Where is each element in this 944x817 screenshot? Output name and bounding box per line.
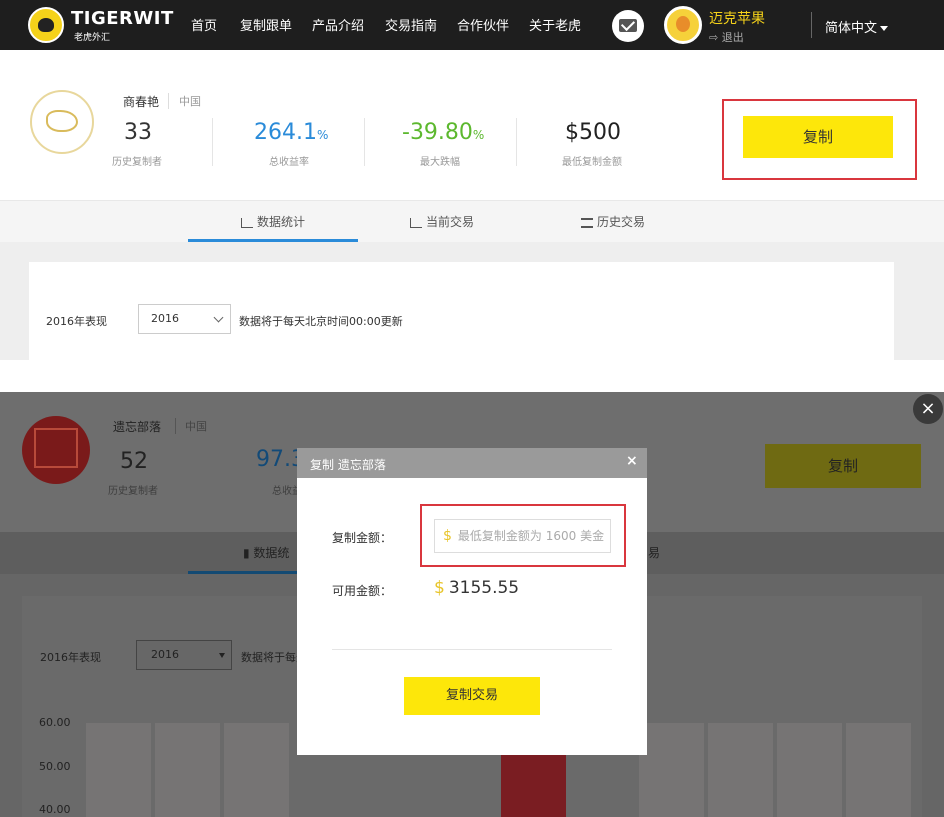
total-return-label: 总收益率 bbox=[269, 157, 309, 168]
chart-bar-highlight bbox=[501, 752, 566, 817]
year-select-value: 2016 bbox=[151, 648, 179, 661]
chart-bar bbox=[639, 723, 704, 817]
tab-statistics[interactable]: ▮ 数据统 bbox=[243, 544, 289, 561]
list-icon bbox=[581, 217, 593, 228]
total-return: 264.1% bbox=[254, 120, 328, 145]
min-copy-label: 最低复制金额 bbox=[562, 157, 622, 168]
trader-name: 遗忘部落 bbox=[113, 420, 162, 434]
chart-bar bbox=[846, 723, 911, 817]
available-amount: $3155.55 bbox=[434, 578, 519, 598]
max-drawdown-unit: % bbox=[472, 128, 485, 142]
trader-profile-header: 商春艳 中国 33 历史复制者 264.1% 总收益率 -39.80% 最大跌幅… bbox=[0, 50, 944, 200]
logout-link[interactable]: ⇨ 退出 bbox=[709, 29, 744, 45]
y-axis-tick: 50.00 bbox=[39, 760, 71, 773]
logout-label: 退出 bbox=[721, 31, 744, 44]
total-return-unit: % bbox=[316, 128, 329, 142]
tigerwit-logo-icon[interactable] bbox=[28, 7, 64, 43]
year-performance-label: 2016年表现 bbox=[40, 651, 101, 664]
tab-statistics-label: 数据统 bbox=[253, 546, 290, 560]
modal-title: 复制 遗忘部落 bbox=[310, 458, 386, 472]
min-copy-amount: $500 bbox=[565, 120, 621, 145]
tab-statistics[interactable]: 数据统计 bbox=[241, 213, 305, 230]
nav-partners[interactable]: 合作伙伴 bbox=[457, 15, 509, 34]
tab-bar: 数据统计 当前交易 历史交易 bbox=[0, 200, 944, 242]
bar-chart-icon bbox=[241, 217, 253, 228]
seal-icon bbox=[34, 428, 78, 468]
active-tab-indicator bbox=[188, 571, 300, 574]
available-amount-value: 3155.55 bbox=[448, 578, 520, 598]
copiers-label: 历史复制者 bbox=[108, 486, 158, 497]
modal-close-icon[interactable]: × bbox=[626, 453, 638, 469]
max-drawdown-value: -39.80 bbox=[402, 120, 473, 145]
year-select[interactable]: 2016 bbox=[138, 304, 231, 334]
trader-name: 商春艳 bbox=[123, 95, 160, 109]
tab-statistics-label: 数据统计 bbox=[257, 215, 306, 229]
year-performance-label: 2016年表现 bbox=[46, 315, 107, 328]
highlight-box bbox=[420, 504, 626, 567]
trader-country: 中国 bbox=[175, 418, 207, 434]
copy-modal: 复制 遗忘部落 × 复制金额： $ 最低复制金额为 1600 美金 可用金额： $… bbox=[297, 448, 647, 755]
max-drawdown-label: 最大跌幅 bbox=[420, 157, 460, 168]
nav-products[interactable]: 产品介绍 bbox=[312, 15, 364, 34]
max-drawdown: -39.80% bbox=[402, 120, 484, 145]
copy-trade-button[interactable]: 复制交易 bbox=[404, 677, 540, 715]
user-avatar[interactable] bbox=[664, 6, 702, 44]
year-select[interactable]: 2016 bbox=[136, 640, 232, 670]
available-amount-label: 可用金额： bbox=[332, 584, 393, 598]
trader-avatar bbox=[22, 416, 90, 484]
nav-divider bbox=[811, 12, 812, 38]
nav-copy-trading[interactable]: 复制跟单 bbox=[240, 15, 292, 34]
tab-current-trades[interactable]: 当前交易 bbox=[410, 213, 474, 230]
y-axis-tick: 40.00 bbox=[39, 803, 71, 816]
chart-bar bbox=[708, 723, 773, 817]
chart-bar bbox=[155, 723, 220, 817]
copiers-count: 52 bbox=[120, 449, 148, 474]
trader-country: 中国 bbox=[168, 93, 201, 109]
language-dropdown[interactable]: 简体中文 bbox=[825, 17, 889, 36]
bar-chart-icon: ▮ bbox=[243, 546, 254, 560]
highlight-box bbox=[722, 99, 917, 180]
logo-brand-text[interactable]: TIGERWIT bbox=[71, 8, 174, 29]
caret-down-icon bbox=[219, 653, 225, 658]
stat-divider bbox=[212, 118, 213, 166]
copiers-count: 33 bbox=[124, 120, 152, 145]
nav-about[interactable]: 关于老虎 bbox=[529, 15, 581, 34]
dollar-icon: $ bbox=[434, 578, 445, 598]
copiers-label: 历史复制者 bbox=[112, 157, 162, 168]
chevron-down-icon bbox=[213, 312, 224, 323]
chart-bar bbox=[86, 723, 151, 817]
y-axis-tick: 60.00 bbox=[39, 716, 71, 729]
logout-icon: ⇨ bbox=[709, 31, 722, 44]
nav-home[interactable]: 首页 bbox=[191, 15, 217, 34]
tab-history-trades[interactable]: 历史交易 bbox=[581, 213, 645, 230]
modal-divider bbox=[332, 649, 612, 650]
update-note: 数据将于每天北京时间00:00更新 bbox=[239, 315, 403, 328]
language-label: 简体中文 bbox=[825, 21, 878, 36]
year-select-value: 2016 bbox=[151, 312, 179, 325]
nav-guide[interactable]: 交易指南 bbox=[385, 15, 437, 34]
mail-icon[interactable] bbox=[612, 10, 644, 42]
chart-bar bbox=[224, 723, 289, 817]
total-return-value: 264.1 bbox=[254, 120, 317, 145]
chart-bar bbox=[777, 723, 842, 817]
close-overlay-icon[interactable]: × bbox=[913, 394, 943, 424]
top-navbar: TIGERWIT 老虎外汇 首页 复制跟单 产品介绍 交易指南 合作伙伴 关于老… bbox=[0, 0, 944, 50]
stat-divider bbox=[364, 118, 365, 166]
caret-down-icon bbox=[880, 26, 889, 31]
line-chart-icon bbox=[410, 217, 422, 228]
tab-history-trades-label: 历史交易 bbox=[597, 215, 646, 229]
tab-history-trades[interactable]: 易 bbox=[648, 544, 660, 561]
copy-amount-label: 复制金额： bbox=[332, 531, 393, 545]
tab-current-trades-label: 当前交易 bbox=[426, 215, 475, 229]
copy-button[interactable]: 复制 bbox=[765, 444, 921, 488]
stat-divider bbox=[516, 118, 517, 166]
tiger-icon bbox=[46, 110, 78, 132]
user-name[interactable]: 迈克苹果 bbox=[709, 8, 765, 28]
trader-avatar bbox=[30, 90, 94, 154]
logo-sub-text: 老虎外汇 bbox=[74, 33, 111, 43]
